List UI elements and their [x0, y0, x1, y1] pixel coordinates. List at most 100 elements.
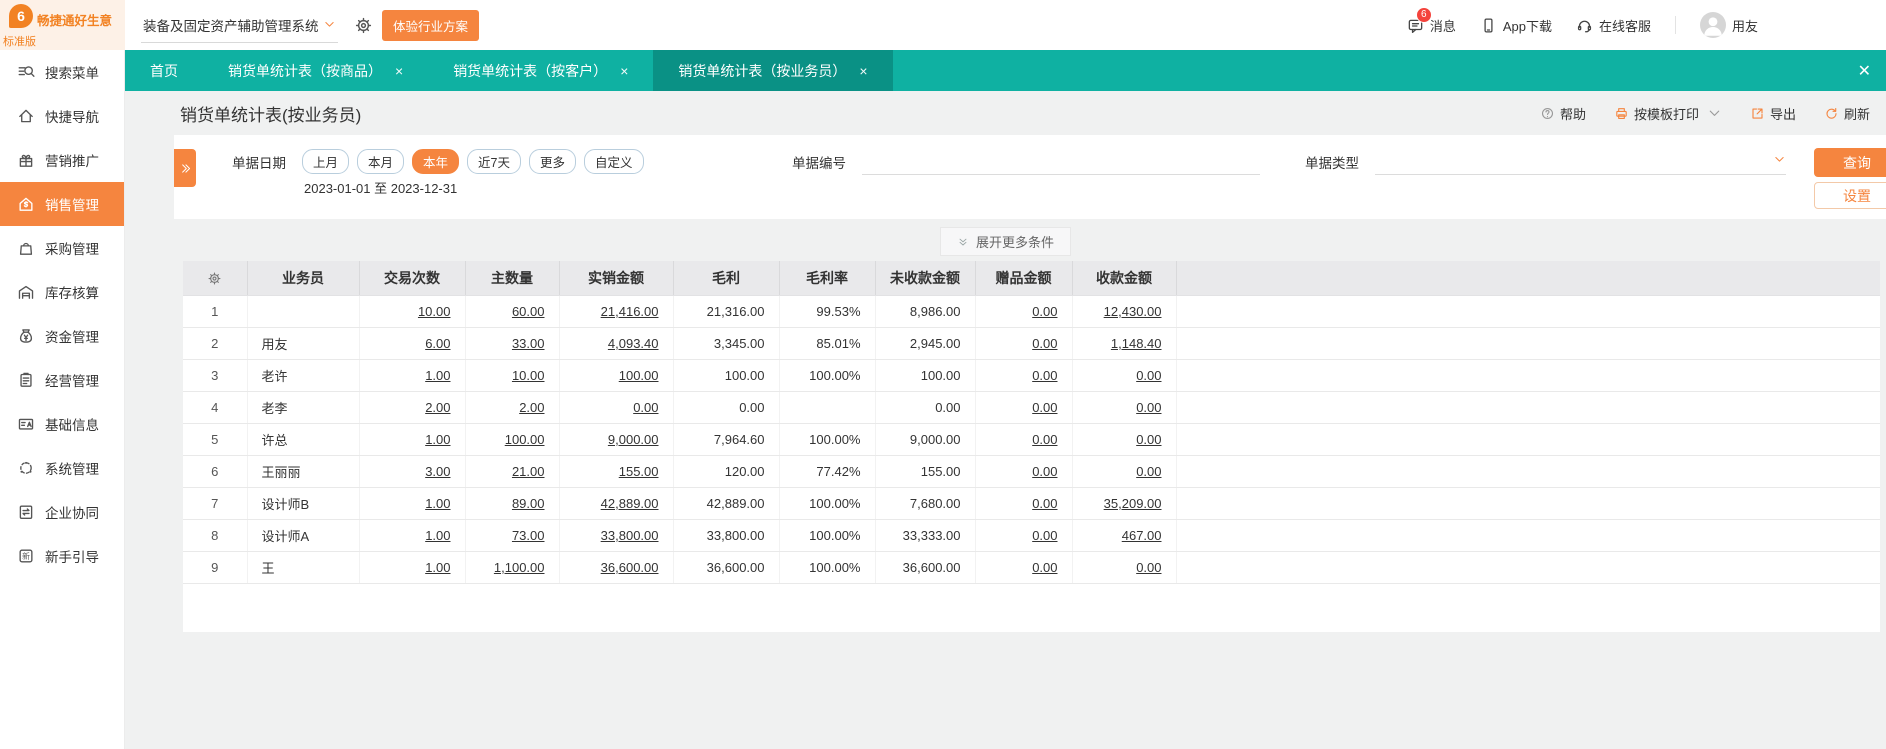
drilldown-link[interactable]: 6.00 — [425, 336, 450, 351]
drilldown-link[interactable]: 1,148.40 — [1111, 336, 1162, 351]
column-settings[interactable] — [183, 261, 248, 296]
value-cell[interactable]: 0.00 — [975, 423, 1073, 456]
settings-button[interactable]: 设置 — [1814, 182, 1886, 209]
close-icon[interactable]: × — [620, 64, 628, 78]
drilldown-link[interactable]: 0.00 — [1136, 560, 1161, 575]
column-header-6[interactable]: 未收款金额 — [875, 261, 976, 296]
drilldown-link[interactable]: 3.00 — [425, 464, 450, 479]
value-cell[interactable]: 1.00 — [359, 551, 466, 584]
help-button[interactable]: 帮助 — [1540, 104, 1586, 123]
value-cell[interactable]: 0.00 — [1072, 551, 1177, 584]
drilldown-link[interactable]: 33.00 — [512, 336, 545, 351]
collapse-filters-button[interactable] — [174, 149, 196, 187]
value-cell[interactable]: 0.00 — [975, 455, 1073, 488]
drilldown-link[interactable]: 0.00 — [1032, 464, 1057, 479]
column-header-4[interactable]: 毛利 — [673, 261, 780, 296]
sidebar-item-2[interactable]: 营销推广 — [0, 138, 124, 182]
drilldown-link[interactable]: 0.00 — [1032, 400, 1057, 415]
drilldown-link[interactable]: 0.00 — [1136, 432, 1161, 447]
value-cell[interactable]: 35,209.00 — [1072, 487, 1177, 520]
drilldown-link[interactable]: 0.00 — [1032, 336, 1057, 351]
date-option-4[interactable]: 更多 — [529, 149, 577, 174]
drilldown-link[interactable]: 10.00 — [418, 304, 451, 319]
value-cell[interactable]: 0.00 — [1072, 423, 1177, 456]
column-header-7[interactable]: 赠品金额 — [975, 261, 1073, 296]
value-cell[interactable]: 155.00 — [559, 455, 674, 488]
drilldown-link[interactable]: 12,430.00 — [1104, 304, 1162, 319]
date-range-value[interactable]: 2023-01-01 至 2023-12-31 — [304, 178, 792, 197]
value-cell[interactable]: 73.00 — [465, 519, 560, 552]
system-select[interactable]: 装备及固定资产辅助管理系统 — [141, 8, 338, 43]
value-cell[interactable]: 89.00 — [465, 487, 560, 520]
tab-1[interactable]: 销货单统计表（按商品） × — [203, 50, 428, 91]
value-cell[interactable]: 33,800.00 — [559, 519, 674, 552]
sidebar-item-1[interactable]: 快捷导航 — [0, 94, 124, 138]
sidebar-item-0[interactable]: 搜索菜单 — [0, 50, 124, 94]
column-header-1[interactable]: 交易次数 — [359, 261, 466, 296]
column-header-2[interactable]: 主数量 — [465, 261, 560, 296]
online-service-button[interactable]: 在线客服 — [1576, 16, 1651, 35]
chevron-down-icon[interactable] — [1707, 106, 1722, 121]
drilldown-link[interactable]: 33,800.00 — [601, 528, 659, 543]
print-by-template-button[interactable]: 按模板打印 — [1614, 104, 1722, 123]
drilldown-link[interactable]: 9,000.00 — [608, 432, 659, 447]
value-cell[interactable]: 0.00 — [975, 487, 1073, 520]
search-button[interactable]: 查询 — [1814, 148, 1886, 177]
doc-no-input[interactable] — [862, 149, 1260, 174]
drilldown-link[interactable]: 1.00 — [425, 560, 450, 575]
value-cell[interactable]: 0.00 — [975, 327, 1073, 360]
value-cell[interactable]: 0.00 — [975, 551, 1073, 584]
value-cell[interactable]: 0.00 — [975, 519, 1073, 552]
drilldown-link[interactable]: 0.00 — [1032, 560, 1057, 575]
value-cell[interactable]: 1.00 — [359, 423, 466, 456]
sidebar-item-9[interactable]: 系统管理 — [0, 446, 124, 490]
doc-type-select[interactable] — [1375, 149, 1786, 175]
value-cell[interactable]: 36,600.00 — [559, 551, 674, 584]
tab-3[interactable]: 销货单统计表（按业务员） × — [653, 50, 893, 91]
sidebar-item-10[interactable]: 企业协同 — [0, 490, 124, 534]
value-cell[interactable]: 1.00 — [359, 359, 466, 392]
drilldown-link[interactable]: 2.00 — [425, 400, 450, 415]
drilldown-link[interactable]: 0.00 — [1032, 432, 1057, 447]
close-icon[interactable]: × — [859, 64, 867, 78]
drilldown-link[interactable]: 89.00 — [512, 496, 545, 511]
drilldown-link[interactable]: 467.00 — [1122, 528, 1162, 543]
drilldown-link[interactable]: 1.00 — [425, 496, 450, 511]
drilldown-link[interactable]: 1,100.00 — [494, 560, 545, 575]
value-cell[interactable]: 1.00 — [359, 519, 466, 552]
value-cell[interactable]: 0.00 — [975, 295, 1073, 328]
value-cell[interactable]: 100.00 — [465, 423, 560, 456]
value-cell[interactable]: 21.00 — [465, 455, 560, 488]
value-cell[interactable]: 60.00 — [465, 295, 560, 328]
refresh-button[interactable]: 刷新 — [1824, 104, 1870, 123]
drilldown-link[interactable]: 0.00 — [1032, 304, 1057, 319]
date-option-3[interactable]: 近7天 — [467, 149, 521, 174]
value-cell[interactable]: 100.00 — [559, 359, 674, 392]
value-cell[interactable]: 4,093.40 — [559, 327, 674, 360]
gear-icon[interactable] — [354, 16, 373, 35]
sidebar-item-11[interactable]: 新 新手引导 — [0, 534, 124, 578]
drilldown-link[interactable]: 0.00 — [1032, 368, 1057, 383]
trial-solution-button[interactable]: 体验行业方案 — [382, 9, 480, 41]
value-cell[interactable]: 10.00 — [465, 359, 560, 392]
close-all-tabs-icon[interactable]: ✕ — [1843, 61, 1886, 81]
value-cell[interactable]: 0.00 — [1072, 391, 1177, 424]
value-cell[interactable]: 1.00 — [359, 487, 466, 520]
column-header-3[interactable]: 实销金额 — [559, 261, 674, 296]
tab-2[interactable]: 销货单统计表（按客户） × — [428, 50, 653, 91]
value-cell[interactable]: 0.00 — [975, 391, 1073, 424]
sidebar-item-6[interactable]: 资金管理 — [0, 314, 124, 358]
value-cell[interactable]: 3.00 — [359, 455, 466, 488]
value-cell[interactable]: 21,416.00 — [559, 295, 674, 328]
value-cell[interactable]: 1,148.40 — [1072, 327, 1177, 360]
drilldown-link[interactable]: 42,889.00 — [601, 496, 659, 511]
value-cell[interactable]: 0.00 — [559, 391, 674, 424]
value-cell[interactable]: 2.00 — [359, 391, 466, 424]
drilldown-link[interactable]: 100.00 — [619, 368, 659, 383]
drilldown-link[interactable]: 0.00 — [1136, 464, 1161, 479]
drilldown-link[interactable]: 1.00 — [425, 368, 450, 383]
drilldown-link[interactable]: 100.00 — [505, 432, 545, 447]
value-cell[interactable]: 0.00 — [1072, 359, 1177, 392]
value-cell[interactable]: 0.00 — [1072, 455, 1177, 488]
drilldown-link[interactable]: 155.00 — [619, 464, 659, 479]
